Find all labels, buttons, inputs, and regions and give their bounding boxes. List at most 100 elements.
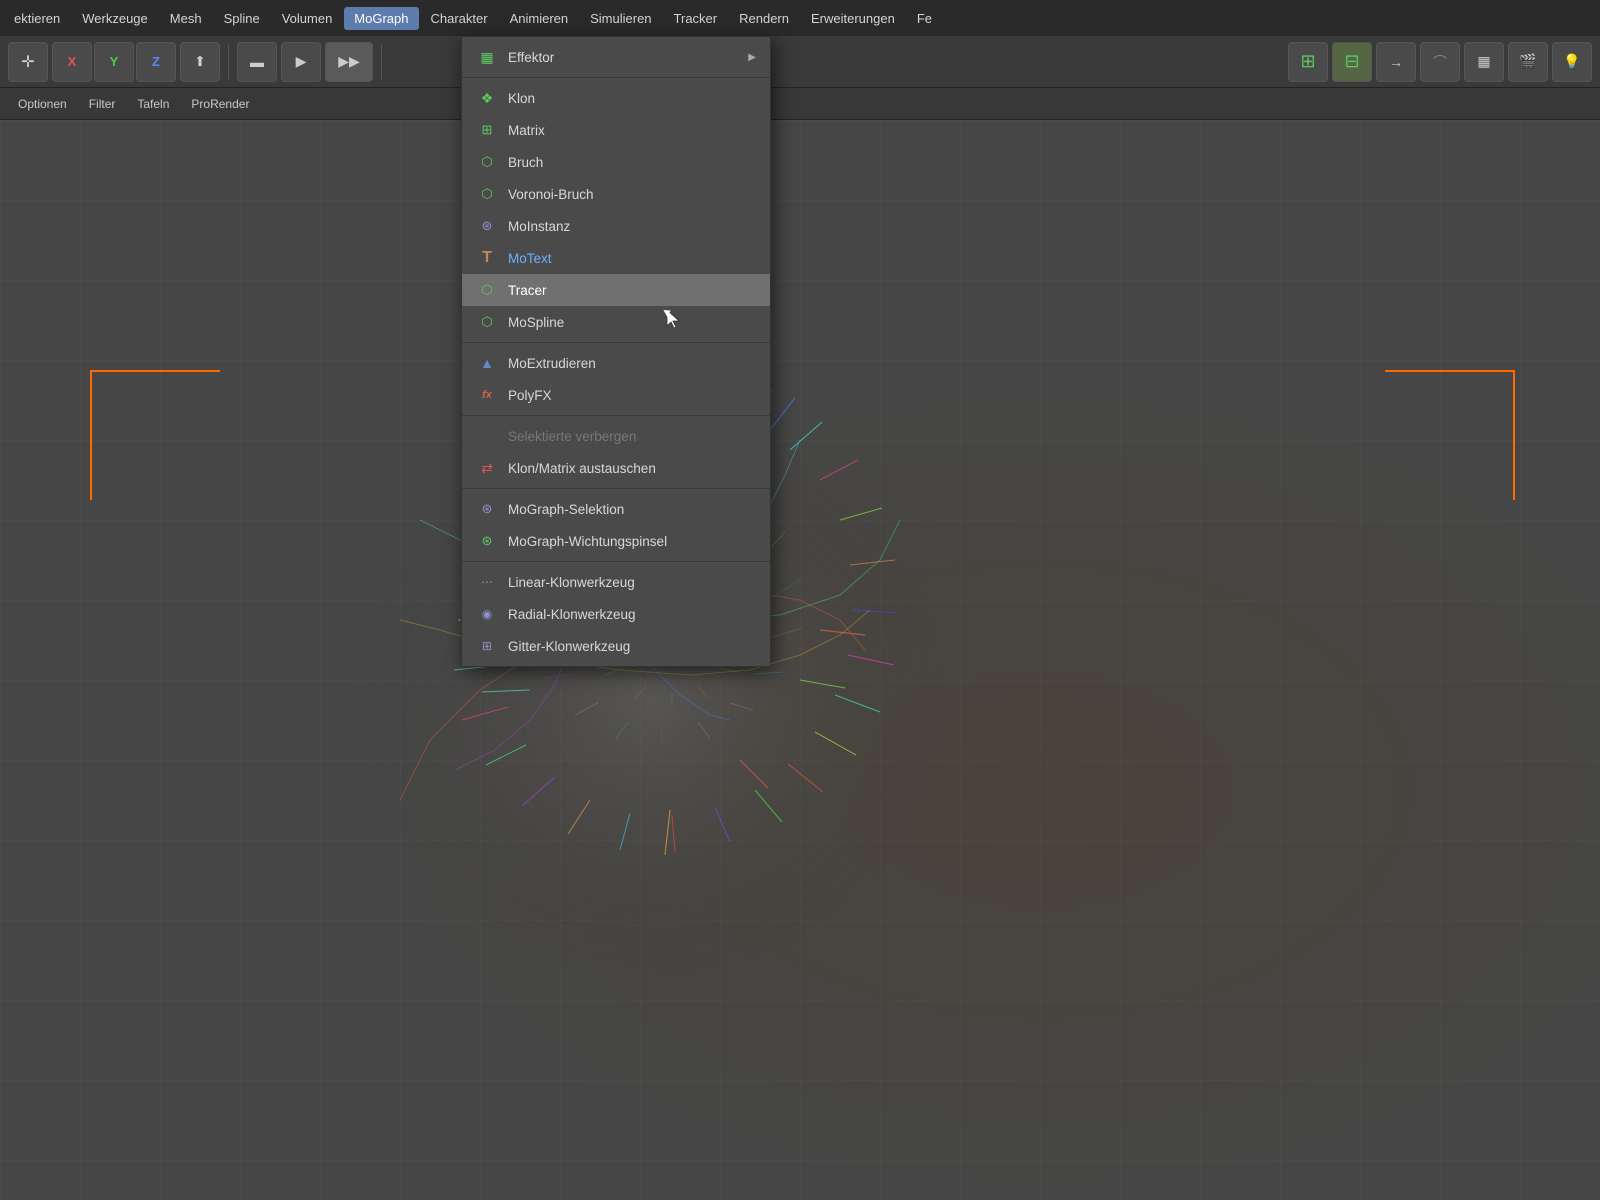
gitter-klon-label: Gitter-Klonwerkzeug [508,639,630,654]
sec-filter[interactable]: Filter [79,94,126,114]
menu-rendern[interactable]: Rendern [729,7,799,30]
mograph-dropdown: ▦ Effektor ▶ ❖ Klon ⊞ Matrix ⬡ Bruch ⬡ V… [461,36,771,667]
tracer-icon: ⬡ [476,279,498,301]
motext-icon: T [476,247,498,269]
sep-5 [462,561,770,562]
dropdown-linear-klon[interactable]: ⋯ Linear-Klonwerkzeug [462,566,770,598]
toolbar-separator-1 [228,44,229,80]
dropdown-selektierte: Selektierte verbergen [462,420,770,452]
moinstanz-label: MoInstanz [508,219,570,234]
linear-klon-label: Linear-Klonwerkzeug [508,575,635,590]
mograph-selektion-label: MoGraph-Selektion [508,502,624,517]
matrix-label: Matrix [508,123,545,138]
axis-corner-right [1385,370,1515,500]
bruch-icon: ⬡ [476,151,498,173]
mospline-label: MoSpline [508,315,564,330]
menu-charakter[interactable]: Charakter [421,7,498,30]
sep-2 [462,342,770,343]
dropdown-polyfx[interactable]: fx PolyFX [462,379,770,411]
toolbar-separator-2 [381,44,382,80]
sec-tafeln[interactable]: Tafeln [127,94,179,114]
dropdown-moinstanz[interactable]: ⊛ MoInstanz [462,210,770,242]
toolbar-z[interactable]: Z [136,42,176,82]
sep-1 [462,77,770,78]
dropdown-matrix[interactable]: ⊞ Matrix [462,114,770,146]
radial-klon-label: Radial-Klonwerkzeug [508,607,636,622]
voronoi-icon: ⬡ [476,183,498,205]
toolbar-light[interactable]: 💡 [1552,42,1592,82]
dropdown-tracer[interactable]: ⬡ Tracer [462,274,770,306]
motext-label: MoText [508,251,552,266]
radial-klon-icon: ◉ [476,603,498,625]
mograph-wichtung-icon: ⊛ [476,530,498,552]
3d-viewport[interactable] [0,120,1600,1200]
menu-volumen[interactable]: Volumen [272,7,343,30]
menu-animieren[interactable]: Animieren [500,7,579,30]
menu-fe[interactable]: Fe [907,7,942,30]
polyfx-label: PolyFX [508,388,552,403]
mograph-selektion-icon: ⊛ [476,498,498,520]
klon-icon: ❖ [476,87,498,109]
toolbar-render-active[interactable]: ▶ [281,42,321,82]
linear-klon-icon: ⋯ [476,571,498,593]
dropdown-bruch[interactable]: ⬡ Bruch [462,146,770,178]
toolbar: ✛ X Y Z ⬆ ▬ ▶ ▶▶ ⊞ ⊟ → ⌒ ▦ 🎬 💡 [0,36,1600,88]
menu-erweiterungen[interactable]: Erweiterungen [801,7,905,30]
moextrudieren-icon: ▲ [476,352,498,374]
menu-ektieren[interactable]: ektieren [4,7,70,30]
menu-mograph[interactable]: MoGraph [344,7,418,30]
sec-prorender[interactable]: ProRender [181,94,259,114]
dropdown-mograph-wichtung[interactable]: ⊛ MoGraph-Wichtungspinsel [462,525,770,557]
dropdown-klon[interactable]: ❖ Klon [462,82,770,114]
klon-swap-icon: ⇄ [476,457,498,479]
toolbar-arrow[interactable]: → [1376,42,1416,82]
effektor-icon: ▦ [476,46,498,68]
toolbar-render-full[interactable]: ▶▶ [325,42,373,82]
menu-werkzeuge[interactable]: Werkzeuge [72,7,158,30]
tracer-label: Tracer [508,283,547,298]
menu-spline[interactable]: Spline [214,7,270,30]
matrix-icon: ⊞ [476,119,498,141]
sec-optionen[interactable]: Optionen [8,94,77,114]
polyfx-icon: fx [476,384,498,406]
dropdown-effektor[interactable]: ▦ Effektor ▶ [462,41,770,73]
effektor-arrow: ▶ [748,52,756,63]
menu-simulieren[interactable]: Simulieren [580,7,661,30]
effektor-label: Effektor [508,50,554,65]
toolbar-cloner-grid[interactable]: ⊟ [1332,42,1372,82]
dropdown-klon-swap[interactable]: ⇄ Klon/Matrix austauschen [462,452,770,484]
toolbar-cloner-icon[interactable]: ⊞ [1288,42,1328,82]
mograph-wichtung-label: MoGraph-Wichtungspinsel [508,534,667,549]
dropdown-moextrudieren[interactable]: ▲ MoExtrudieren [462,347,770,379]
dropdown-gitter-klon[interactable]: ⊞ Gitter-Klonwerkzeug [462,630,770,662]
selektierte-icon [476,425,498,447]
bruch-label: Bruch [508,155,543,170]
dropdown-voronoi[interactable]: ⬡ Voronoi-Bruch [462,178,770,210]
sep-3 [462,415,770,416]
toolbar-render-region[interactable]: ▬ [237,42,277,82]
mospline-icon: ⬡ [476,311,498,333]
menu-mesh[interactable]: Mesh [160,7,212,30]
dropdown-radial-klon[interactable]: ◉ Radial-Klonwerkzeug [462,598,770,630]
moinstanz-icon: ⊛ [476,215,498,237]
menu-bar: ektieren Werkzeuge Mesh Spline Volumen M… [0,0,1600,36]
dropdown-mospline[interactable]: ⬡ MoSpline [462,306,770,338]
menu-tracker[interactable]: Tracker [664,7,728,30]
voronoi-label: Voronoi-Bruch [508,187,594,202]
toolbar-spline[interactable]: ⌒ [1420,42,1460,82]
toolbar-camera[interactable]: 🎬 [1508,42,1548,82]
toolbar-x[interactable]: X [52,42,92,82]
secondary-bar: Optionen Filter Tafeln ProRender [0,88,1600,120]
toolbar-move[interactable]: ✛ [8,42,48,82]
selektierte-label: Selektierte verbergen [508,429,636,444]
dropdown-motext[interactable]: T MoText [462,242,770,274]
sep-4 [462,488,770,489]
klon-swap-label: Klon/Matrix austauschen [508,461,656,476]
klon-label: Klon [508,91,535,106]
gitter-klon-icon: ⊞ [476,635,498,657]
toolbar-y[interactable]: Y [94,42,134,82]
moextrudieren-label: MoExtrudieren [508,356,596,371]
toolbar-grid[interactable]: ▦ [1464,42,1504,82]
toolbar-transform[interactable]: ⬆ [180,42,220,82]
dropdown-mograph-selektion[interactable]: ⊛ MoGraph-Selektion [462,493,770,525]
